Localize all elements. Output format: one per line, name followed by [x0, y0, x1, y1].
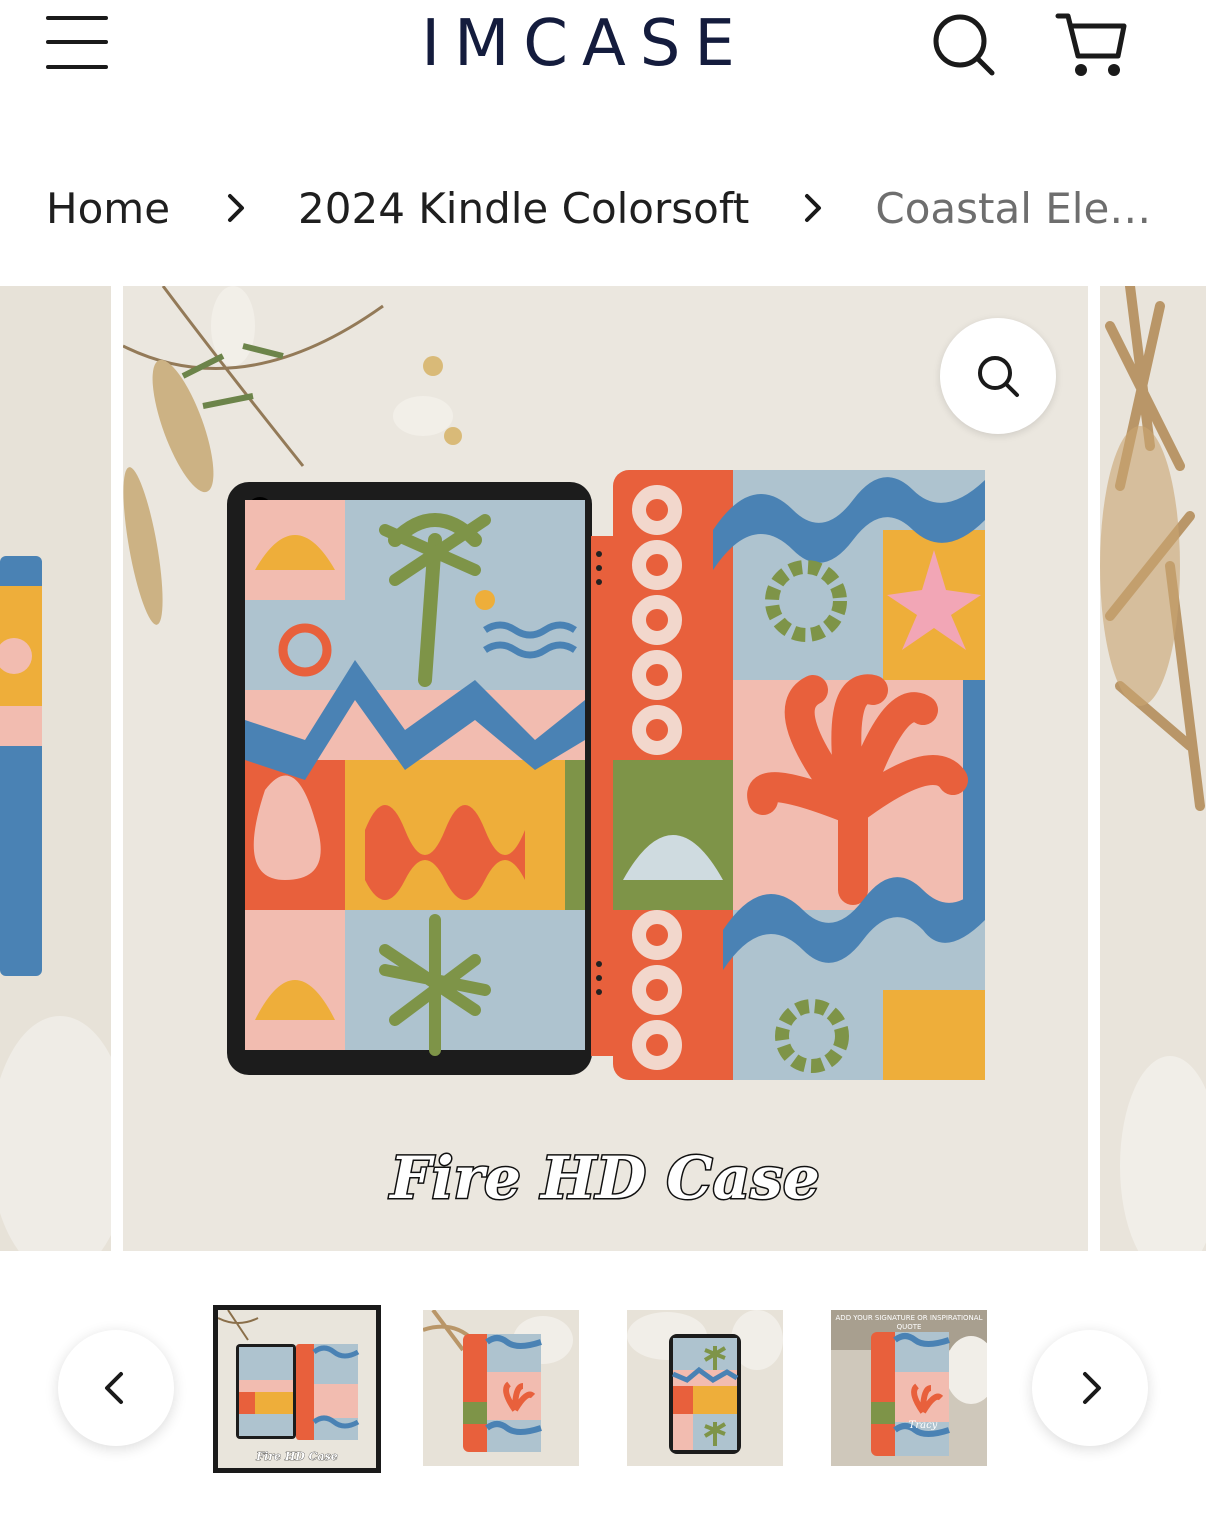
chevron-left-icon	[105, 1372, 123, 1404]
breadcrumb: Home 2024 Kindle Colorsoft Coastal Eleg.…	[46, 178, 1176, 238]
hamburger-menu-icon[interactable]	[44, 12, 110, 72]
site-header: IMCASE	[0, 0, 1206, 100]
thumbnail-1[interactable]: Fire HD Case	[213, 1305, 381, 1473]
main-image-caption: Fire HD Case	[388, 1144, 819, 1212]
breadcrumb-current-product: Coastal Eleg...	[875, 183, 1166, 233]
breadcrumb-home[interactable]: Home	[46, 184, 170, 233]
brand-logo[interactable]: IMCASE	[420, 6, 750, 82]
thumbnail-4[interactable]: Tracy ADD YOUR SIGNATURE OR INSPIRATIONA…	[831, 1310, 987, 1466]
gallery-prev-button[interactable]	[58, 1330, 174, 1446]
gallery-slide-main[interactable]: Fire HD Case	[123, 286, 1088, 1251]
gallery-slide-previous[interactable]	[0, 286, 111, 1251]
product-photo-fire-hd-case: Fire HD Case	[123, 286, 1088, 1251]
thumbnail-caption: Fire HD Case	[255, 1450, 337, 1463]
thumbnail-2[interactable]	[423, 1310, 579, 1466]
cart-icon[interactable]	[1054, 8, 1130, 82]
thumbnail-3[interactable]	[627, 1310, 783, 1466]
thumbnail-overlay-text: ADD YOUR SIGNATURE OR INSPIRATIONAL QUOT…	[835, 1314, 983, 1331]
chevron-right-icon	[805, 194, 822, 222]
gallery-slide-next[interactable]	[1100, 286, 1206, 1251]
breadcrumb-collection[interactable]: 2024 Kindle Colorsoft	[298, 184, 749, 233]
gallery-next-button[interactable]	[1032, 1330, 1148, 1446]
thumbnail-signature: Tracy	[909, 1420, 938, 1431]
chevron-right-icon	[1083, 1372, 1101, 1404]
product-image-gallery[interactable]: Fire HD Case	[0, 286, 1206, 1251]
zoom-icon[interactable]	[940, 318, 1056, 434]
search-icon[interactable]	[928, 10, 998, 80]
chevron-right-icon	[228, 194, 245, 222]
